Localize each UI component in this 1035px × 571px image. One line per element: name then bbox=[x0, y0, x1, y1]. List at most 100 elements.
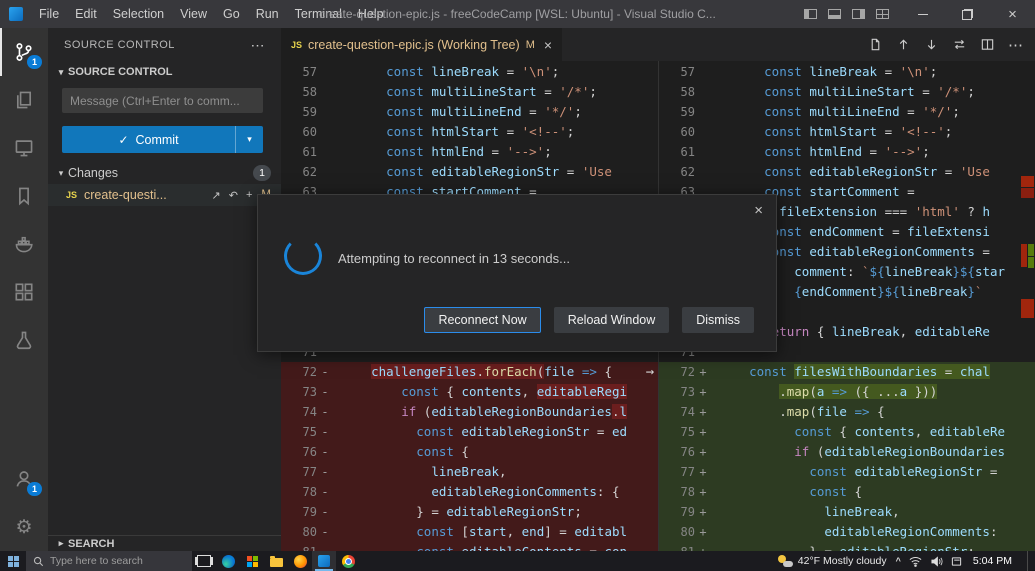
reload-window-button[interactable]: Reload Window bbox=[553, 307, 670, 333]
file-row-actions: ↗ ↶ + bbox=[212, 189, 253, 202]
swap-sides-button[interactable] bbox=[948, 33, 971, 56]
open-file-icon[interactable]: ↗ bbox=[212, 189, 221, 202]
reconnect-now-button[interactable]: Reconnect Now bbox=[424, 307, 541, 333]
commit-dropdown-button[interactable]: ▾ bbox=[235, 126, 263, 153]
changed-file-row[interactable]: JS create-questi... ↗ ↶ + M bbox=[48, 184, 281, 206]
edge-icon bbox=[221, 554, 235, 568]
menu-run[interactable]: Run bbox=[248, 0, 287, 28]
code-line: 59 const multiLineEnd = '*/'; bbox=[659, 102, 1035, 122]
settings-button[interactable]: ⚙ bbox=[0, 503, 48, 551]
changes-count-badge: 1 bbox=[253, 165, 271, 181]
commit-message-input[interactable] bbox=[62, 88, 263, 113]
more-actions-button[interactable]: ⋯ bbox=[1004, 33, 1027, 56]
file-explorer-button[interactable] bbox=[264, 551, 288, 571]
toggle-panel-icon[interactable] bbox=[828, 9, 841, 19]
hidden-icons-button[interactable]: ^ bbox=[896, 556, 901, 566]
code-line: 78- editableRegionComments: { bbox=[281, 482, 658, 502]
open-file-button[interactable] bbox=[864, 33, 887, 56]
diff-marker: - bbox=[321, 425, 329, 439]
volume-icon[interactable] bbox=[930, 555, 943, 567]
sidebar-item-remote-explorer[interactable] bbox=[0, 124, 48, 172]
diff-marker: - bbox=[321, 385, 329, 399]
show-desktop-button[interactable] bbox=[1027, 551, 1032, 571]
diff-marker: + bbox=[699, 505, 707, 519]
search-section-header[interactable]: ▸ SEARCH bbox=[48, 535, 281, 551]
code-text: const htmlEnd = '-->'; bbox=[764, 144, 930, 159]
dialog-buttons: Reconnect Now Reload Window Dismiss bbox=[424, 307, 754, 333]
next-change-button[interactable] bbox=[920, 33, 943, 56]
minimize-button[interactable] bbox=[900, 0, 945, 28]
code-text: lineBreak, bbox=[431, 464, 507, 479]
wifi-icon[interactable] bbox=[909, 556, 922, 567]
close-tab-icon[interactable]: × bbox=[544, 38, 552, 52]
code-text: const multiLineStart = '/*'; bbox=[386, 84, 597, 99]
chrome-button[interactable] bbox=[336, 551, 360, 571]
line-number: 74 bbox=[680, 405, 695, 419]
title-bar: File Edit Selection View Go Run Terminal Help c… bbox=[0, 0, 1035, 28]
code-line: 62 const editableRegionStr = 'Use bbox=[281, 162, 658, 182]
code-line: 76- const { bbox=[281, 442, 658, 462]
split-editor-button[interactable] bbox=[976, 33, 999, 56]
line-number: 60 bbox=[680, 125, 695, 139]
sidebar-item-source-control[interactable]: 1 bbox=[0, 28, 48, 76]
code-text: const filesWithBoundaries = chal bbox=[749, 364, 990, 379]
js-file-icon: JS bbox=[66, 190, 78, 200]
discard-changes-icon[interactable]: ↶ bbox=[229, 189, 238, 202]
edge-button[interactable] bbox=[216, 551, 240, 571]
menu-selection[interactable]: Selection bbox=[105, 0, 172, 28]
close-dialog-icon[interactable]: × bbox=[754, 203, 763, 218]
diff-marker: + bbox=[699, 385, 707, 399]
menu-file[interactable]: File bbox=[31, 0, 67, 28]
changes-section-header[interactable]: ▾ Changes 1 bbox=[48, 162, 281, 184]
toggle-secondary-sidebar-icon[interactable] bbox=[852, 9, 865, 19]
code-text: const editableContents = con bbox=[333, 542, 627, 551]
menu-view[interactable]: View bbox=[172, 0, 215, 28]
accounts-button[interactable]: 1 bbox=[0, 455, 48, 503]
diff-marker: + bbox=[699, 365, 707, 379]
code-line: 74 + .map(file => { bbox=[659, 402, 1035, 422]
code-text: editableRegionComments: { bbox=[431, 484, 620, 499]
line-number: 77 bbox=[302, 465, 317, 479]
task-view-button[interactable] bbox=[192, 551, 216, 571]
start-button[interactable] bbox=[0, 551, 26, 571]
chevron-down-icon: ▾ bbox=[58, 167, 64, 178]
line-number: 62 bbox=[302, 165, 317, 179]
customize-layout-icon[interactable] bbox=[876, 9, 889, 19]
sidebar-item-docker[interactable] bbox=[0, 220, 48, 268]
ruler-mark bbox=[1021, 244, 1027, 267]
stage-changes-icon[interactable]: + bbox=[246, 189, 252, 201]
sidebar-item-extensions[interactable] bbox=[0, 268, 48, 316]
menu-edit[interactable]: Edit bbox=[67, 0, 105, 28]
overview-ruler[interactable] bbox=[1021, 61, 1035, 551]
close-window-button[interactable]: × bbox=[990, 0, 1035, 28]
weather-widget[interactable]: 42°F Mostly cloudy bbox=[777, 555, 887, 567]
diff-marker: + bbox=[699, 525, 707, 539]
restore-button[interactable] bbox=[945, 0, 990, 28]
menu-go[interactable]: Go bbox=[215, 0, 248, 28]
arrow-up-icon bbox=[899, 39, 908, 50]
sidebar-item-bookmarks[interactable] bbox=[0, 172, 48, 220]
taskbar-clock[interactable]: 5:04 PM bbox=[971, 555, 1018, 567]
ruler-mark bbox=[1021, 188, 1034, 198]
scm-provider-section[interactable]: ▾ SOURCE CONTROL bbox=[48, 62, 281, 82]
taskbar-apps bbox=[192, 551, 360, 571]
taskbar-search[interactable]: Type here to search bbox=[26, 551, 192, 571]
code-line: 81+ } = editableRegionStr; bbox=[659, 542, 1035, 551]
code-text: const editableRegionStr = 'Use bbox=[386, 164, 612, 179]
sidebar-item-testing[interactable] bbox=[0, 316, 48, 364]
code-text: const htmlEnd = '-->'; bbox=[386, 144, 552, 159]
microsoft-store-button[interactable] bbox=[240, 551, 264, 571]
sidebar-item-explorer[interactable] bbox=[0, 76, 48, 124]
chevron-right-icon: ▸ bbox=[58, 538, 64, 548]
action-center-icon[interactable] bbox=[951, 556, 962, 567]
vscode-taskbar-button[interactable] bbox=[312, 551, 336, 571]
commit-button[interactable]: ✓ Commit ▾ bbox=[62, 126, 263, 153]
tab-create-question-epic[interactable]: JS create-question-epic.js (Working Tree… bbox=[281, 28, 563, 61]
firefox-button[interactable] bbox=[288, 551, 312, 571]
toggle-sidebar-icon[interactable] bbox=[804, 9, 817, 19]
commit-button-main[interactable]: ✓ Commit bbox=[62, 126, 235, 153]
more-actions-icon[interactable]: ⋯ bbox=[251, 37, 266, 54]
code-text: challengeFiles.forEach(file => { bbox=[371, 364, 612, 379]
previous-change-button[interactable] bbox=[892, 33, 915, 56]
dismiss-button[interactable]: Dismiss bbox=[682, 307, 754, 333]
